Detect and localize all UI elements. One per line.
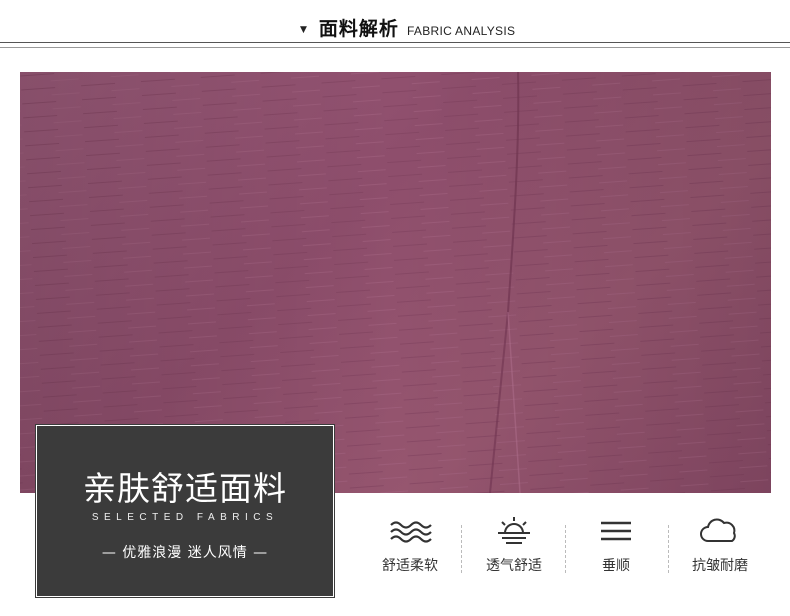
- feature-label: 抗皱耐磨: [692, 558, 748, 574]
- feature-list: 舒适柔软 透气舒适 垂顺 抗皱耐磨: [360, 515, 780, 585]
- lines-icon: [601, 521, 631, 541]
- feature-item-drape: 垂顺: [566, 515, 666, 585]
- waves-icon: [390, 521, 432, 543]
- feature-label: 舒适柔软: [382, 558, 438, 574]
- feature-divider: [668, 525, 669, 573]
- section-header: ▼ 面料解析 FABRIC ANALYSIS: [0, 0, 790, 50]
- promo-panel: 亲肤舒适面料 SELECTED FABRICS — 优雅浪漫 迷人风情 —: [36, 425, 334, 597]
- header-title: ▼ 面料解析 FABRIC ANALYSIS: [300, 14, 515, 41]
- feature-item-wrinkle-resistant: 抗皱耐磨: [670, 515, 770, 585]
- promo-subtitle: — 优雅浪漫 迷人风情 —: [101, 545, 269, 561]
- sun-horizon-icon: [498, 517, 530, 544]
- header-title-en: FABRIC ANALYSIS: [406, 24, 516, 38]
- feature-label: 垂顺: [602, 558, 630, 574]
- header-title-cn: 面料解析: [318, 18, 399, 40]
- triangle-down-icon: ▼: [300, 25, 307, 35]
- feature-label: 透气舒适: [486, 558, 542, 574]
- promo-title-cn: 亲肤舒适面料: [83, 469, 287, 508]
- header-divider: [0, 42, 790, 43]
- feature-item-breathable: 透气舒适: [464, 515, 564, 585]
- header-divider-secondary: [0, 47, 790, 48]
- feature-item-soft: 舒适柔软: [360, 515, 460, 585]
- feature-divider: [461, 525, 462, 573]
- cloud-icon: [700, 518, 736, 542]
- promo-title-en: SELECTED FABRICS: [91, 512, 279, 523]
